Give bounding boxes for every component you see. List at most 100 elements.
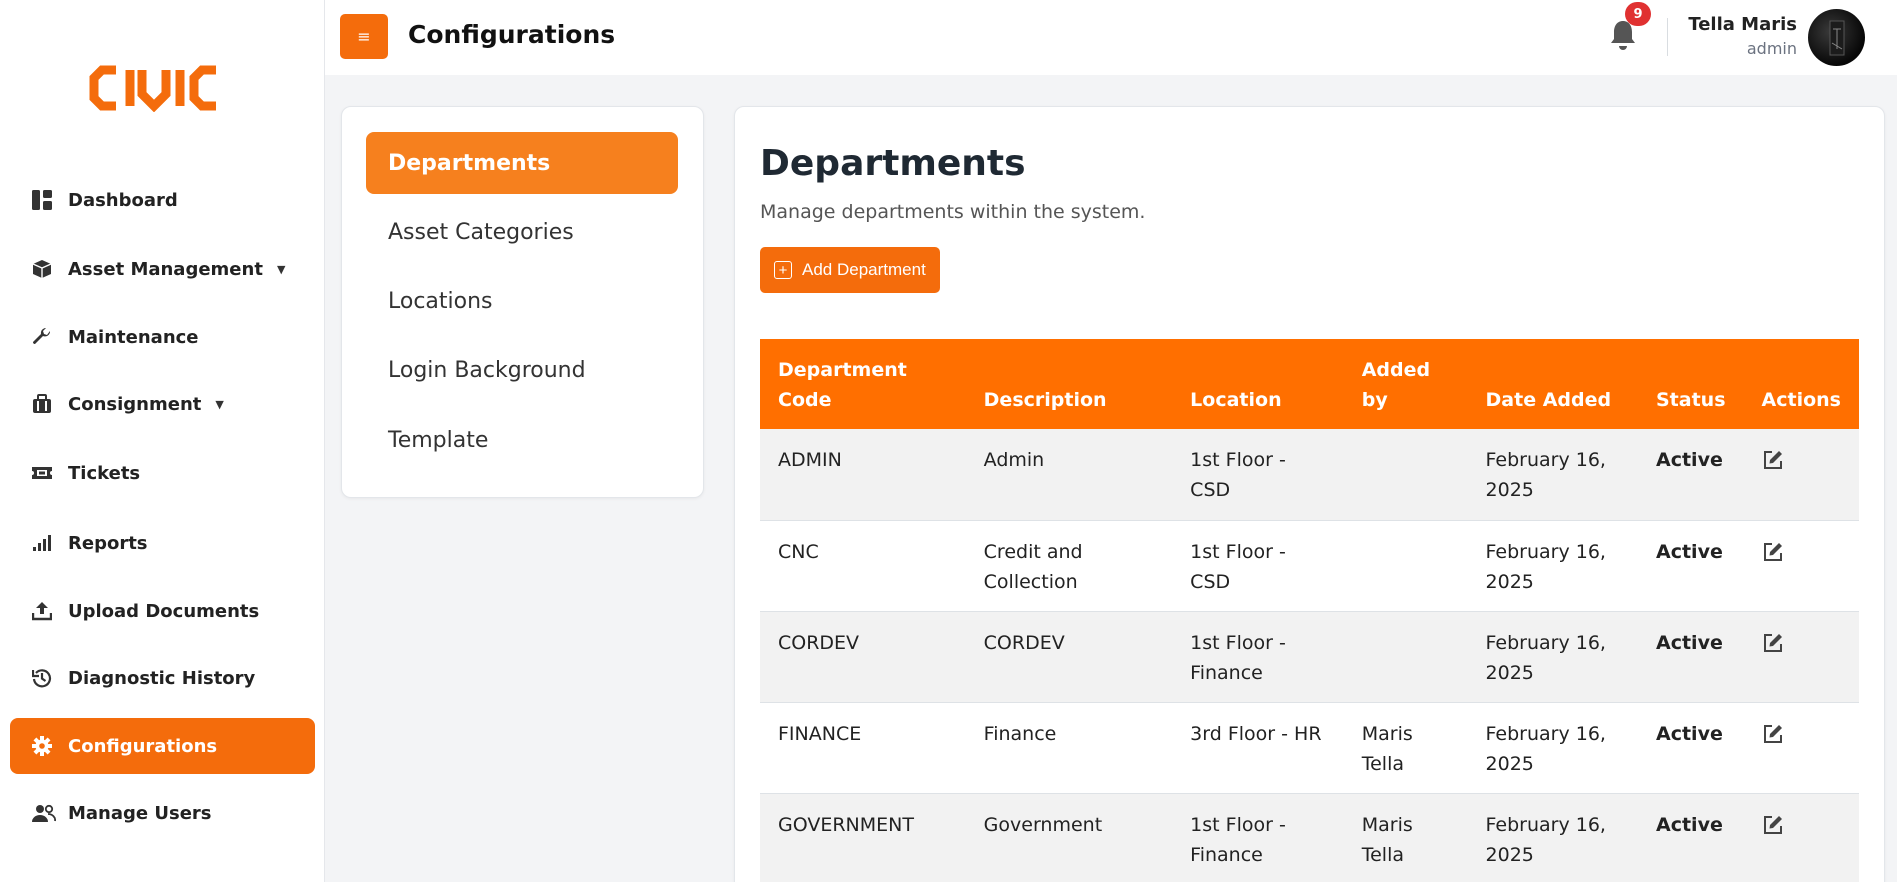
table-row: GOVERNMENT Government 1st Floor - Financ… bbox=[760, 793, 1859, 882]
sidebar-item-label: Diagnostic History bbox=[68, 667, 256, 689]
cell-date-added: February 16, 2025 bbox=[1467, 611, 1638, 703]
sidebar-item-diagnostic-history[interactable]: Diagnostic History bbox=[10, 650, 315, 706]
sidebar-item-upload-documents[interactable]: Upload Documents bbox=[10, 583, 315, 639]
cell-location: 1st Floor - Finance bbox=[1172, 611, 1344, 703]
sidebar-item-consignment[interactable]: Consignment ▼ bbox=[10, 376, 315, 432]
sidebar-item-label: Consignment bbox=[68, 393, 202, 415]
cell-location: 3rd Floor - HR bbox=[1172, 702, 1344, 794]
edit-icon[interactable] bbox=[1762, 723, 1784, 745]
departments-table: Department Code Description Location Add… bbox=[760, 339, 1859, 882]
bar-chart-icon bbox=[32, 532, 58, 554]
cell-actions bbox=[1743, 793, 1859, 882]
config-menu: Departments Asset Categories Locations L… bbox=[341, 106, 704, 498]
user-role: admin bbox=[1746, 39, 1797, 58]
sidebar-item-configurations[interactable]: Configurations bbox=[10, 718, 315, 774]
table-row: CNC Credit and Collection 1st Floor - CS… bbox=[760, 520, 1859, 612]
sidebar-item-label: Configurations bbox=[68, 735, 218, 757]
cell-description: Government bbox=[965, 793, 1173, 882]
dashboard-icon bbox=[32, 189, 58, 211]
cell-actions bbox=[1743, 520, 1859, 612]
sidebar-item-label: Tickets bbox=[68, 462, 141, 484]
civic-logo bbox=[89, 65, 216, 112]
cell-location: 1st Floor - CSD bbox=[1172, 429, 1344, 521]
config-item-departments[interactable]: Departments bbox=[366, 132, 678, 194]
col-header-added-by[interactable]: Added by bbox=[1343, 339, 1468, 429]
briefcase-icon bbox=[32, 393, 58, 415]
col-header-description[interactable]: Description bbox=[965, 339, 1173, 429]
sidebar-item-manage-users[interactable]: Manage Users bbox=[10, 785, 315, 841]
table-row: ADMIN Admin 1st Floor - CSD February 16,… bbox=[760, 429, 1859, 521]
cell-date-added: February 16, 2025 bbox=[1467, 793, 1638, 882]
cell-actions bbox=[1743, 429, 1859, 521]
sidebar-item-reports[interactable]: Reports bbox=[10, 515, 315, 571]
page-title: Configurations bbox=[408, 20, 616, 49]
cell-code: FINANCE bbox=[760, 702, 966, 794]
section-title: Departments bbox=[760, 143, 1026, 184]
plus-square-icon: + bbox=[774, 261, 792, 279]
sidebar-item-asset-management[interactable]: Asset Management ▼ bbox=[10, 241, 315, 297]
edit-icon[interactable] bbox=[1762, 449, 1784, 471]
cell-actions bbox=[1743, 702, 1859, 794]
cell-description: Admin bbox=[965, 429, 1173, 521]
divider bbox=[1667, 18, 1668, 56]
section-subtitle: Manage departments within the system. bbox=[760, 201, 1146, 223]
top-bar: ≡ Configurations 9 Tella Maris admin bbox=[325, 0, 1897, 75]
sidebar: Dashboard Asset Management ▼ Maintenance… bbox=[0, 0, 325, 882]
sidebar-item-label: Upload Documents bbox=[68, 600, 260, 622]
sidebar-item-maintenance[interactable]: Maintenance bbox=[10, 309, 315, 365]
avatar[interactable] bbox=[1808, 9, 1865, 66]
menu-toggle-button[interactable]: ≡ bbox=[340, 14, 388, 59]
chevron-down-icon: ▼ bbox=[276, 262, 286, 276]
cell-added-by bbox=[1343, 429, 1468, 521]
edit-icon[interactable] bbox=[1762, 632, 1784, 654]
add-department-button[interactable]: + Add Department bbox=[760, 247, 940, 293]
add-department-label: Add Department bbox=[802, 260, 926, 279]
status-badge: Active bbox=[1638, 793, 1744, 882]
edit-icon[interactable] bbox=[1762, 814, 1784, 836]
cell-added-by bbox=[1343, 611, 1468, 703]
config-item-template[interactable]: Template bbox=[366, 409, 678, 471]
departments-card: Departments Manage departments within th… bbox=[734, 106, 1885, 882]
table-header-row: Department Code Description Location Add… bbox=[760, 339, 1859, 429]
history-icon bbox=[32, 667, 58, 689]
cell-added-by bbox=[1343, 520, 1468, 612]
status-badge: Active bbox=[1638, 520, 1744, 612]
col-header-status[interactable]: Status bbox=[1638, 339, 1744, 429]
cell-date-added: February 16, 2025 bbox=[1467, 429, 1638, 521]
cell-date-added: February 16, 2025 bbox=[1467, 520, 1638, 612]
notification-badge: 9 bbox=[1625, 2, 1651, 26]
sidebar-item-label: Reports bbox=[68, 532, 148, 554]
wrench-icon bbox=[32, 326, 58, 348]
status-badge: Active bbox=[1638, 702, 1744, 794]
config-item-asset-categories[interactable]: Asset Categories bbox=[366, 201, 678, 263]
sidebar-item-label: Asset Management bbox=[68, 258, 263, 280]
users-icon bbox=[32, 802, 58, 824]
cell-code: GOVERNMENT bbox=[760, 793, 966, 882]
user-name: Tella Maris bbox=[1688, 14, 1797, 35]
table-row: CORDEV CORDEV 1st Floor - Finance Februa… bbox=[760, 611, 1859, 703]
status-badge: Active bbox=[1638, 429, 1744, 521]
status-badge: Active bbox=[1638, 611, 1744, 703]
col-header-actions: Actions bbox=[1743, 339, 1859, 429]
table-row: FINANCE Finance 3rd Floor - HR Maris Tel… bbox=[760, 702, 1859, 794]
col-header-location[interactable]: Location bbox=[1172, 339, 1344, 429]
edit-icon[interactable] bbox=[1762, 541, 1784, 563]
cell-added-by: Maris Tella bbox=[1343, 793, 1468, 882]
cell-description: Finance bbox=[965, 702, 1173, 794]
sidebar-item-tickets[interactable]: Tickets bbox=[10, 445, 315, 501]
sidebar-item-label: Dashboard bbox=[68, 189, 178, 211]
config-item-locations[interactable]: Locations bbox=[366, 270, 678, 332]
cell-added-by: Maris Tella bbox=[1343, 702, 1468, 794]
cell-location: 1st Floor - Finance bbox=[1172, 793, 1344, 882]
sidebar-item-label: Manage Users bbox=[68, 802, 212, 824]
upload-icon bbox=[32, 600, 58, 622]
cell-date-added: February 16, 2025 bbox=[1467, 702, 1638, 794]
col-header-date-added[interactable]: Date Added bbox=[1467, 339, 1638, 429]
cell-code: CNC bbox=[760, 520, 966, 612]
gear-icon bbox=[32, 735, 58, 757]
sidebar-item-dashboard[interactable]: Dashboard bbox=[10, 172, 315, 228]
config-item-login-background[interactable]: Login Background bbox=[366, 339, 678, 401]
cell-description: CORDEV bbox=[965, 611, 1173, 703]
col-header-department-code[interactable]: Department Code bbox=[760, 339, 966, 429]
ticket-icon bbox=[32, 462, 58, 484]
